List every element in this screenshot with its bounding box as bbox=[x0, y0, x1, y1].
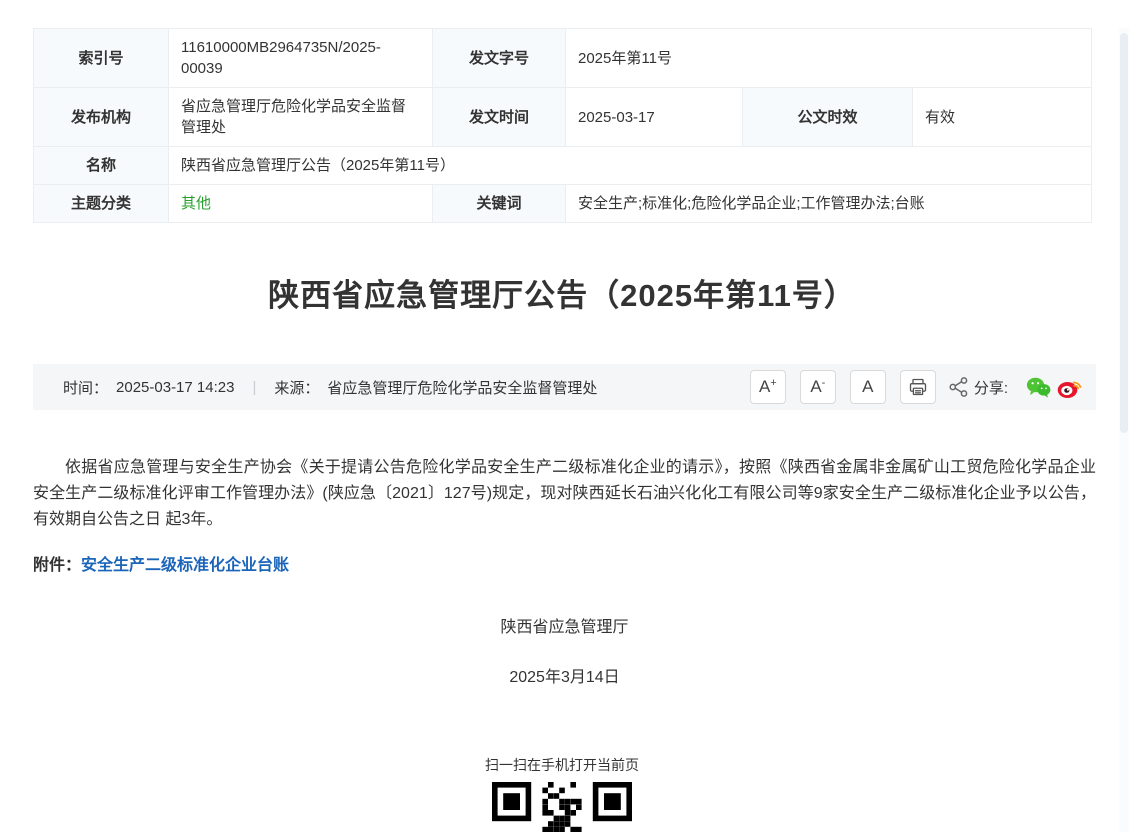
attachment-line: 附件：安全生产二级标准化企业台账 bbox=[33, 553, 1096, 579]
share-icon bbox=[948, 376, 970, 398]
qr-caption: 扫一扫在手机打开当前页 bbox=[33, 755, 1091, 775]
doc-number-value: 2025年第11号 bbox=[566, 29, 1092, 88]
keywords-value: 安全生产;标准化;危险化学品企业;工作管理办法;台账 bbox=[566, 185, 1092, 223]
font-decrease-button[interactable]: A- bbox=[800, 370, 836, 404]
scrollbar-thumb[interactable] bbox=[1120, 33, 1128, 433]
share-label: 分享: bbox=[974, 377, 1008, 398]
qr-code bbox=[492, 782, 632, 832]
print-button[interactable] bbox=[900, 370, 936, 404]
source-value: 省应急管理厅危险化学品安全监督管理处 bbox=[327, 377, 597, 398]
table-row: 名称 陕西省应急管理厅公告（2025年第11号） bbox=[34, 147, 1092, 185]
validity-value: 有效 bbox=[913, 88, 1092, 147]
issue-date-label: 发文时间 bbox=[433, 88, 566, 147]
scrollbar-track[interactable] bbox=[1119, 28, 1129, 832]
name-label: 名称 bbox=[34, 147, 169, 185]
announcement-paragraph: 依据省应急管理与安全生产协会《关于提请公告危险化学品安全生产二级标准化企业的请示… bbox=[33, 455, 1096, 533]
table-row: 发布机构 省应急管理厅危险化学品安全监督管理处 发文时间 2025-03-17 … bbox=[34, 88, 1092, 147]
table-row: 主题分类 其他 关键词 安全生产;标准化;危险化学品企业;工作管理办法;台账 bbox=[34, 185, 1092, 223]
document-page: 索引号 11610000MB2964735N/2025-00039 发文字号 2… bbox=[0, 28, 1129, 832]
wechat-icon[interactable] bbox=[1026, 376, 1051, 399]
weibo-icon[interactable] bbox=[1057, 376, 1082, 399]
document-metadata-table: 索引号 11610000MB2964735N/2025-00039 发文字号 2… bbox=[33, 28, 1092, 223]
issuing-org-value: 省应急管理厅危险化学品安全监督管理处 bbox=[169, 88, 433, 147]
article-info-bar: 时间： 2025-03-17 14:23 | 来源： 省应急管理厅危险化学品安全… bbox=[33, 364, 1096, 410]
article-body: 依据省应急管理与安全生产协会《关于提请公告危险化学品安全生产二级标准化企业的请示… bbox=[33, 455, 1096, 691]
topic-category-value: 其他 bbox=[169, 185, 433, 223]
font-increase-button[interactable]: A+ bbox=[750, 370, 786, 404]
keywords-label: 关键词 bbox=[433, 185, 566, 223]
page-title: 陕西省应急管理厅公告（2025年第11号） bbox=[33, 270, 1091, 315]
time-value: 2025-03-17 14:23 bbox=[116, 379, 234, 396]
index-number-label: 索引号 bbox=[34, 29, 169, 88]
time-label: 时间： bbox=[63, 377, 108, 398]
issue-date-value: 2025-03-17 bbox=[566, 88, 743, 147]
signature-org: 陕西省应急管理厅 bbox=[33, 615, 1096, 641]
printer-icon bbox=[908, 377, 928, 397]
signature-date: 2025年3月14日 bbox=[33, 665, 1096, 691]
index-number-value: 11610000MB2964735N/2025-00039 bbox=[169, 29, 433, 88]
article-meta-text: 时间： 2025-03-17 14:23 | 来源： 省应急管理厅危险化学品安全… bbox=[63, 377, 597, 398]
qr-section: 扫一扫在手机打开当前页 bbox=[33, 755, 1091, 832]
name-value: 陕西省应急管理厅公告（2025年第11号） bbox=[169, 147, 1092, 185]
issuing-org-label: 发布机构 bbox=[34, 88, 169, 147]
divider: | bbox=[252, 379, 256, 396]
font-reset-button[interactable]: A bbox=[850, 370, 886, 404]
topic-category-label: 主题分类 bbox=[34, 185, 169, 223]
table-row: 索引号 11610000MB2964735N/2025-00039 发文字号 2… bbox=[34, 29, 1092, 88]
attachment-link[interactable]: 安全生产二级标准化企业台账 bbox=[81, 557, 289, 574]
doc-number-label: 发文字号 bbox=[433, 29, 566, 88]
source-label: 来源： bbox=[274, 377, 319, 398]
validity-label: 公文时效 bbox=[743, 88, 913, 147]
attachment-label: 附件： bbox=[33, 557, 81, 574]
